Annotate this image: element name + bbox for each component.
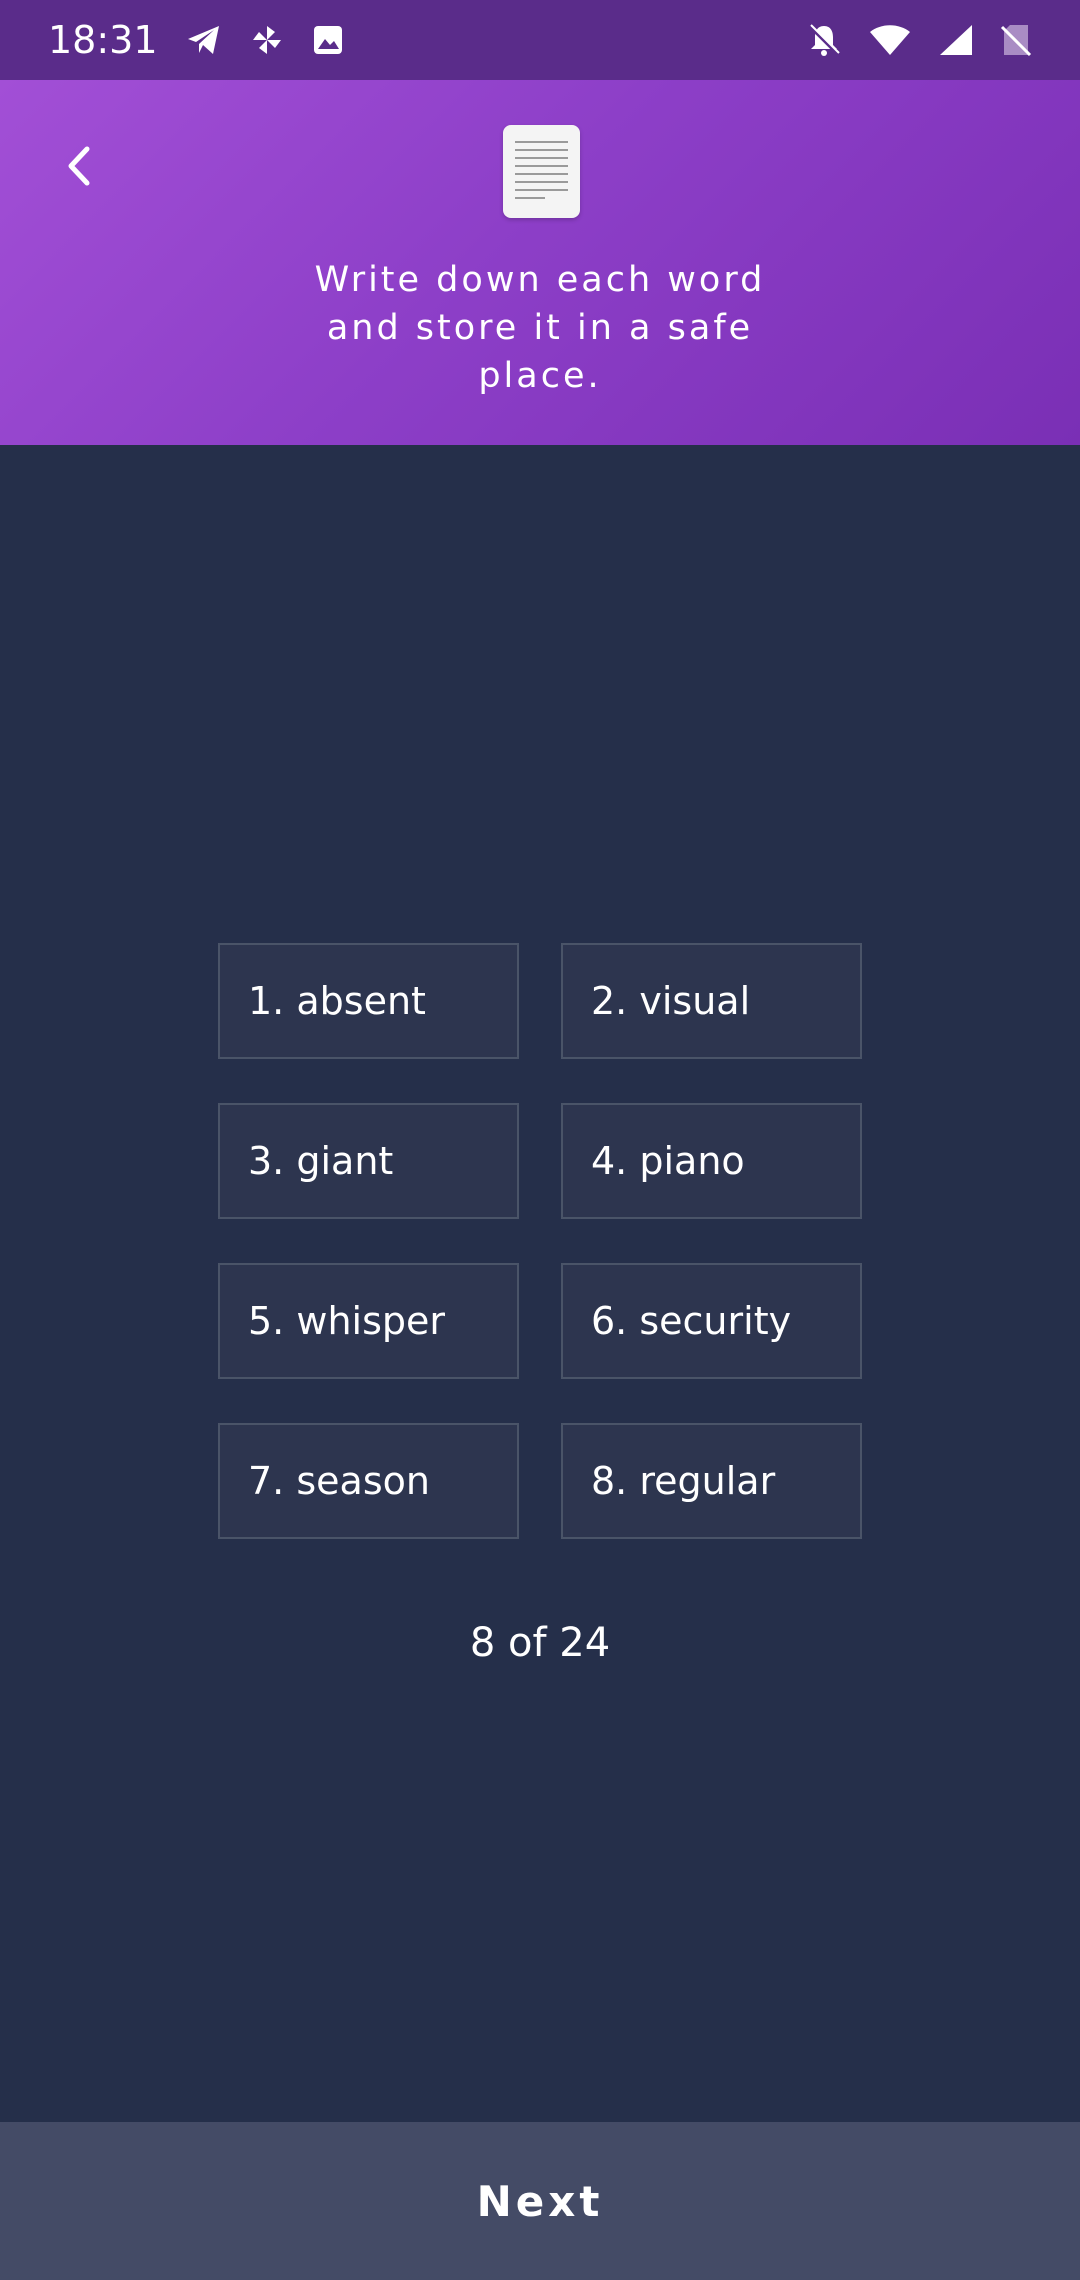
word-text: whisper [296,1299,446,1343]
word-number: 5. [248,1299,285,1343]
telegram-icon [186,24,222,56]
signal-icon [938,23,974,57]
word-box: 1. absent [218,943,519,1059]
word-number: 1. [248,979,285,1023]
word-number: 2. [591,979,628,1023]
word-text: regular [639,1459,776,1503]
word-box: 7. season [218,1423,519,1539]
status-time: 18:31 [48,18,158,62]
no-sim-icon [1000,23,1032,57]
word-number: 4. [591,1139,628,1183]
instruction-text: Write down each word and store it in a s… [314,260,766,396]
word-box: 5. whisper [218,1263,519,1379]
pinwheel-icon [250,23,284,57]
word-box: 2. visual [561,943,862,1059]
document-icon [503,125,580,218]
word-number: 3. [248,1139,285,1183]
word-box: 8. regular [561,1423,862,1539]
word-number: 6. [591,1299,628,1343]
word-text: security [639,1299,792,1343]
word-progress-counter: 8 of 24 [469,1620,611,1666]
word-box: 4. piano [561,1103,862,1219]
status-bar: 18:31 [0,0,1080,80]
word-number: 7. [248,1459,285,1503]
word-text: visual [639,979,751,1023]
back-button[interactable] [52,140,108,196]
word-number: 8. [591,1459,628,1503]
word-text: absent [296,979,426,1023]
instruction-header: Write down each word and store it in a s… [0,80,1080,445]
word-box: 3. giant [218,1103,519,1219]
word-box: 6. security [561,1263,862,1379]
word-text: piano [639,1139,745,1183]
word-text: giant [296,1139,394,1183]
gallery-icon [312,24,344,56]
wifi-icon [868,23,912,57]
chevron-left-icon [65,145,95,191]
recovery-words-grid: 1. absent 2. visual 3. giant 4. piano 5.… [218,943,863,1539]
next-button[interactable]: Next [0,2122,1080,2280]
word-text: season [296,1459,430,1503]
notifications-off-icon [806,22,842,58]
